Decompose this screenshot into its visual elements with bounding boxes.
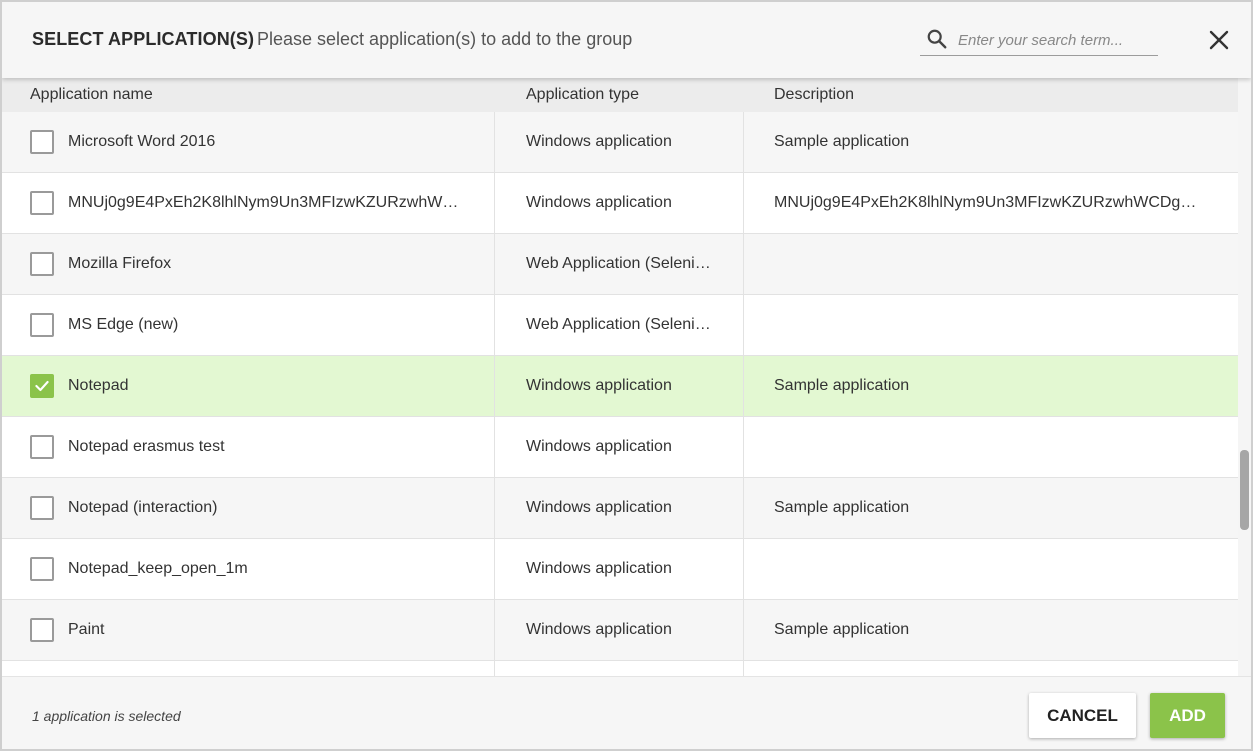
checkbox[interactable] xyxy=(30,252,54,276)
column-header-type[interactable]: Application type xyxy=(526,86,639,104)
app-name-cell: Notepad_keep_open_1m xyxy=(68,560,248,577)
column-divider xyxy=(494,417,495,478)
app-description-cell xyxy=(774,417,1206,477)
applications-table: Application name Application type Descri… xyxy=(2,78,1238,676)
table-row[interactable]: Notepad (interaction) Windows application… xyxy=(2,478,1238,539)
app-type-cell: Windows application xyxy=(526,560,672,577)
add-button[interactable]: ADD xyxy=(1150,693,1225,738)
app-description-cell: Sample application xyxy=(774,499,910,516)
column-divider xyxy=(743,356,744,417)
checkbox[interactable] xyxy=(30,130,54,154)
column-divider xyxy=(494,295,495,356)
search-box[interactable] xyxy=(920,26,1158,56)
search-icon[interactable] xyxy=(926,28,948,50)
table-row[interactable]: Notepad_keep_open_1m Windows application xyxy=(2,539,1238,600)
app-name-cell: Notepad xyxy=(68,377,129,394)
app-type-cell: Windows application xyxy=(526,194,672,211)
app-name-cell: Notepad (interaction) xyxy=(68,499,218,516)
app-description-cell: Sample application xyxy=(774,621,910,638)
checkbox-checked[interactable] xyxy=(30,374,54,398)
column-divider xyxy=(743,600,744,661)
app-name-cell: Paint xyxy=(68,621,105,638)
column-divider xyxy=(743,234,744,295)
column-divider xyxy=(743,112,744,173)
app-description-cell xyxy=(774,539,1206,599)
dialog-header: SELECT APPLICATION(S) Please select appl… xyxy=(2,2,1251,78)
scrollbar-thumb[interactable] xyxy=(1240,450,1249,530)
column-divider xyxy=(743,417,744,478)
table-header: Application name Application type Descri… xyxy=(2,78,1238,112)
column-divider xyxy=(743,661,744,676)
select-applications-dialog: SELECT APPLICATION(S) Please select appl… xyxy=(0,0,1253,751)
app-description-cell: Sample application xyxy=(774,377,910,394)
dialog-title: SELECT APPLICATION(S) xyxy=(32,29,255,49)
app-type-cell: Windows application xyxy=(526,621,672,638)
column-divider xyxy=(494,356,495,417)
cancel-button[interactable]: CANCEL xyxy=(1029,693,1136,738)
search-input[interactable] xyxy=(958,29,1154,51)
column-divider xyxy=(494,112,495,173)
close-icon[interactable] xyxy=(1208,29,1230,51)
checkbox[interactable] xyxy=(30,435,54,459)
checkbox[interactable] xyxy=(30,496,54,520)
table-body: Microsoft Word 2016 Windows application Sa… xyxy=(2,112,1238,676)
table-row[interactable]: Microsoft Word 2016 Windows application Sa… xyxy=(2,112,1238,173)
selection-status: 1 application is selected xyxy=(32,708,181,724)
table-row[interactable] xyxy=(2,661,1238,676)
app-type-cell: Windows application xyxy=(526,377,672,394)
app-description-cell xyxy=(774,661,1206,676)
app-name-cell: MS Edge (new) xyxy=(68,316,179,333)
app-name-cell: Mozilla Firefox xyxy=(68,255,172,272)
column-divider xyxy=(494,234,495,295)
app-description-cell: Sample application xyxy=(774,133,910,150)
app-name-cell: Microsoft Word 2016 xyxy=(68,133,216,150)
table-row[interactable]: Paint Windows application Sample applicati… xyxy=(2,600,1238,661)
table-row[interactable]: Notepad Windows application Sample applica… xyxy=(2,356,1238,417)
app-type-cell: Web Application (Seleni… xyxy=(526,255,711,272)
table-row[interactable]: Notepad erasmus test Windows application xyxy=(2,417,1238,478)
app-description-cell xyxy=(774,295,1206,355)
column-divider xyxy=(494,600,495,661)
column-header-name[interactable]: Application name xyxy=(30,86,153,104)
app-type-cell: Windows application xyxy=(526,438,672,455)
column-divider xyxy=(494,539,495,600)
table-row[interactable]: Mozilla Firefox Web Application (Seleni… xyxy=(2,234,1238,295)
table-row[interactable]: MS Edge (new) Web Application (Seleni… xyxy=(2,295,1238,356)
app-type-cell: Windows application xyxy=(526,133,672,150)
app-type-cell: Windows application xyxy=(526,499,672,516)
table-row[interactable]: MNUj0g9E4PxEh2K8lhlNym9Un3MFIzwKZURzwhWC… xyxy=(2,173,1238,234)
vertical-scrollbar[interactable] xyxy=(1238,78,1251,676)
app-name-cell: Notepad erasmus test xyxy=(68,438,225,455)
column-header-description[interactable]: Description xyxy=(774,86,854,104)
column-divider xyxy=(494,173,495,234)
app-name-cell: MNUj0g9E4PxEh2K8lhlNym9Un3MFIzwKZURzwhWC… xyxy=(68,194,468,211)
column-divider xyxy=(743,295,744,356)
column-divider xyxy=(494,661,495,676)
app-name-cell xyxy=(68,661,468,676)
checkmark-icon xyxy=(35,380,49,392)
app-description-cell: MNUj0g9E4PxEh2K8lhlNym9Un3MFIzwKZURzwhWC… xyxy=(774,194,1206,211)
app-type-cell: Web Application (Seleni… xyxy=(526,316,711,333)
checkbox[interactable] xyxy=(30,618,54,642)
dialog-footer: 1 application is selected CANCEL ADD xyxy=(2,676,1251,749)
checkbox[interactable] xyxy=(30,313,54,337)
column-divider xyxy=(494,478,495,539)
app-description-cell xyxy=(774,234,1206,294)
dialog-subtitle: Please select application(s) to add to t… xyxy=(257,29,633,49)
checkbox[interactable] xyxy=(30,557,54,581)
app-type-cell xyxy=(526,661,712,676)
column-divider xyxy=(743,173,744,234)
column-divider xyxy=(743,539,744,600)
checkbox[interactable] xyxy=(30,191,54,215)
column-divider xyxy=(743,478,744,539)
